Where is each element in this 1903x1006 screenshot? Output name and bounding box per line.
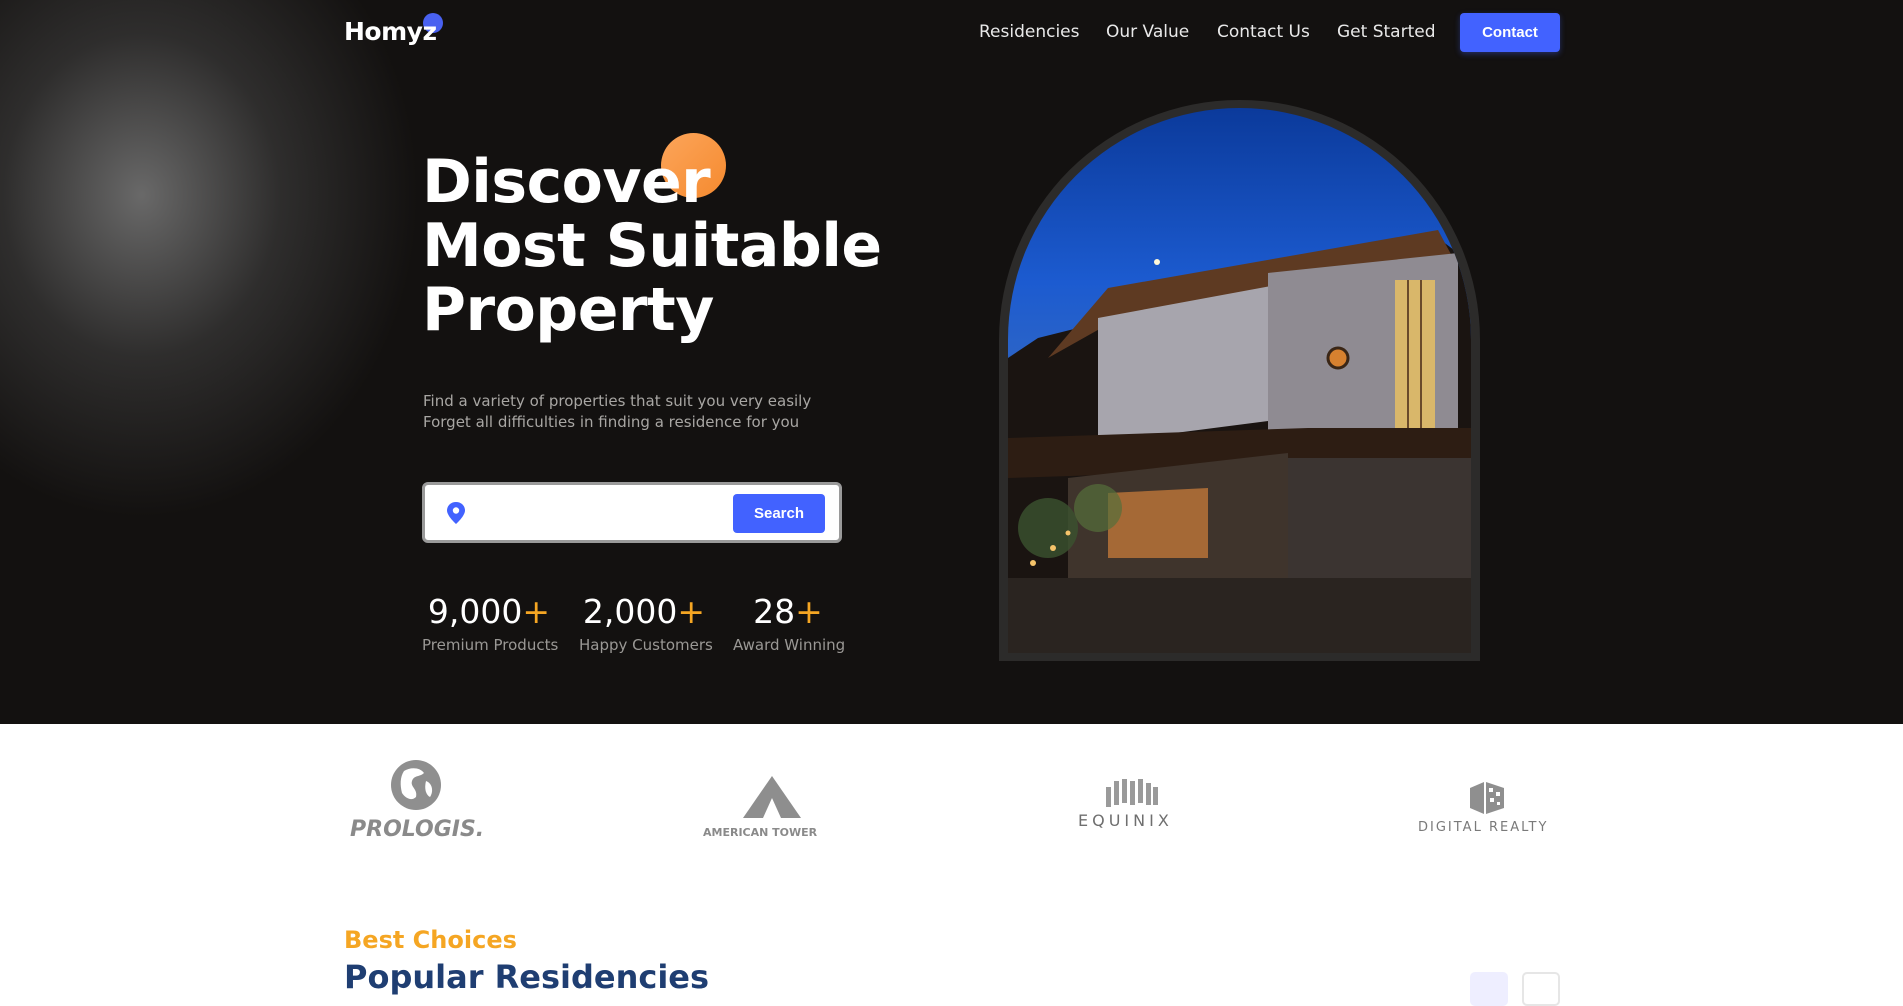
stat-label: Happy Customers <box>579 636 713 654</box>
nav-contact-button[interactable]: Contact <box>1460 13 1560 52</box>
stat-value: 2,000 <box>582 592 678 631</box>
logo-text[interactable]: Homyz <box>344 17 437 46</box>
stat-plus: + <box>677 592 706 631</box>
equinix-bars-icon <box>1106 779 1158 807</box>
slider-prev-button[interactable] <box>1470 972 1508 1006</box>
logo[interactable]: Homyz <box>344 17 437 46</box>
company-prologis: PROLOGIS. <box>350 759 485 845</box>
nav-link-residencies[interactable]: Residencies <box>979 22 1080 42</box>
residencies-kicker: Best Choices <box>344 926 517 954</box>
stat-plus: + <box>522 592 551 631</box>
hero-title-line: Discover <box>422 147 711 217</box>
hero-subtitle: Find a variety of properties that suit y… <box>423 391 811 433</box>
stat-happy-customers: 2,000+ Happy Customers <box>579 592 713 654</box>
company-equinix: EQUINIX <box>1078 779 1184 839</box>
nav-link-our-value[interactable]: Our Value <box>1106 22 1189 42</box>
house-illustration <box>1008 230 1471 653</box>
hero-subtitle-line: Find a variety of properties that suit y… <box>423 392 812 410</box>
company-name: DIGITAL REALTY <box>1418 820 1549 835</box>
location-pin-icon <box>447 502 465 524</box>
search-input[interactable] <box>479 495 719 531</box>
nav-link-contact-us[interactable]: Contact Us <box>1217 22 1310 42</box>
hero-title-line: Most Suitable <box>422 211 882 281</box>
stat-premium-products: 9,000+ Premium Products <box>422 592 559 654</box>
tower-triangle-icon <box>743 776 801 818</box>
stat-number: 9,000+ <box>422 592 556 632</box>
search-bar: Search <box>422 482 842 543</box>
stat-label: Award Winning <box>733 636 846 654</box>
stat-value: 9,000 <box>427 592 523 631</box>
company-name: AMERICAN TOWER <box>703 826 818 839</box>
navbar: Homyz Residencies Our Value Contact Us G… <box>0 0 1903 64</box>
hero-title-line: Property <box>422 275 714 345</box>
hero-glow <box>0 0 420 520</box>
stat-label: Premium Products <box>422 636 559 654</box>
globe-icon <box>391 760 441 810</box>
company-name: PROLOGIS. <box>350 817 485 842</box>
hero-subtitle-line: Forget all difficulties in finding a res… <box>423 413 800 431</box>
hero-image-frame <box>999 100 1480 661</box>
nav-link-get-started[interactable]: Get Started <box>1337 22 1435 42</box>
stat-award-winning: 28+ Award Winning <box>733 592 846 654</box>
stat-number: 28+ <box>733 592 843 632</box>
stat-plus: + <box>795 592 823 631</box>
stat-value: 28 <box>753 592 796 631</box>
residencies-title: Popular Residencies <box>344 958 710 996</box>
hero-section: Homyz Residencies Our Value Contact Us G… <box>0 0 1903 724</box>
stat-number: 2,000+ <box>579 592 709 632</box>
night-house-photo <box>1008 108 1471 653</box>
hero-title: Discover Most Suitable Property <box>422 150 882 342</box>
companies-strip: PROLOGIS. AMERICAN TOWER EQUINIX DIGITAL… <box>0 724 1903 864</box>
search-button[interactable]: Search <box>733 494 825 533</box>
slider-next-button[interactable] <box>1522 972 1560 1006</box>
company-digital-realty: DIGITAL REALTY <box>1418 782 1558 842</box>
company-name: EQUINIX <box>1078 811 1173 830</box>
digital-cube-icon <box>1470 782 1504 814</box>
company-american-tower: AMERICAN TOWER <box>703 776 843 846</box>
